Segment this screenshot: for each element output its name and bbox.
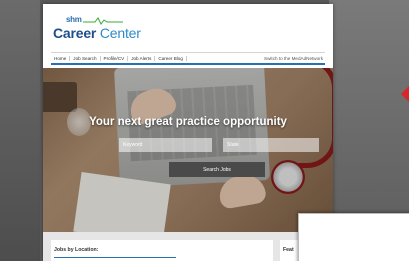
overlapping-window bbox=[298, 213, 409, 261]
search-jobs-button[interactable]: Search Jobs bbox=[169, 162, 265, 177]
hero-title: Your next great practice opportunity bbox=[89, 116, 287, 128]
jobs-by-location-heading: Jobs by Location: bbox=[54, 247, 99, 253]
featured-heading: Feat bbox=[283, 247, 294, 253]
content-area: Jobs by Location: Feat bbox=[43, 232, 333, 261]
main-nav: Home Job Search Profile/CV Job Alerts Ca… bbox=[51, 52, 325, 65]
jobs-by-location-panel: Jobs by Location: bbox=[51, 240, 273, 261]
logo-title: Career Center bbox=[53, 25, 141, 41]
logo-center-text: Center bbox=[99, 25, 141, 41]
nav-job-alerts[interactable]: Job Alerts bbox=[128, 55, 156, 61]
heartbeat-icon bbox=[83, 17, 123, 25]
logo-career-text: Career bbox=[53, 25, 97, 41]
switch-network-link[interactable]: Switch to the MedAdNetwork bbox=[264, 56, 325, 61]
nav-career-blog[interactable]: Career Blog bbox=[155, 55, 187, 61]
nav-job-search[interactable]: Job Search bbox=[70, 55, 101, 61]
site-header: shm Career Center bbox=[43, 4, 333, 50]
state-input[interactable] bbox=[223, 138, 319, 152]
nav-profile-cv[interactable]: Profile/CV bbox=[101, 55, 129, 61]
hero-banner: Your next great practice opportunity Sea… bbox=[43, 68, 333, 232]
career-center-page: shm Career Center Home Job Search Profil… bbox=[43, 4, 333, 261]
logo-shm-text: shm bbox=[66, 15, 82, 24]
keyword-input[interactable] bbox=[119, 138, 212, 152]
background-left bbox=[0, 0, 40, 261]
nav-home[interactable]: Home bbox=[51, 55, 71, 61]
heading-underline bbox=[54, 257, 176, 258]
red-arrow-shape bbox=[401, 86, 409, 102]
